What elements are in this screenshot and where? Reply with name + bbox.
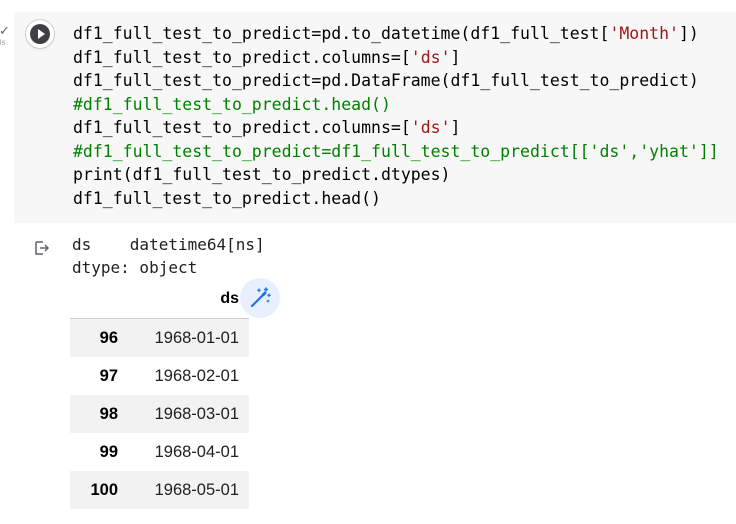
row-index: 100	[90, 480, 118, 499]
row-index: 98	[99, 404, 118, 423]
stdout-line: ds datetime64[ns]	[72, 235, 265, 254]
table-row: 96 1968-01-01	[70, 318, 249, 357]
row-index: 96	[99, 328, 118, 347]
checkmark-icon: ✓	[0, 24, 10, 39]
code-comment: #df1_full_test_to_predict.head()	[73, 94, 391, 114]
code-line: df1_full_test_to_predict.head()	[73, 187, 719, 211]
run-cell-button[interactable]	[26, 20, 54, 48]
table-header-row: ds	[70, 280, 249, 319]
code-token: ]	[450, 47, 461, 67]
row-index: 99	[99, 442, 118, 461]
cell-ds: 1968-01-01	[154, 328, 239, 347]
magic-wand-icon	[250, 287, 271, 308]
code-token: df1_full_test_to_predict.head()	[73, 188, 381, 208]
code-token: ])	[678, 24, 699, 43]
dataframe-table: ds 96 1968-01-01 97 1968-02-01 98 1968-0…	[70, 280, 249, 509]
code-line: print(df1_full_test_to_predict.dtypes)	[73, 163, 719, 187]
execution-time: 0s	[0, 38, 6, 47]
output-redirect-icon	[34, 240, 50, 256]
table-row: 100 1968-05-01	[70, 471, 249, 509]
code-string: 'ds'	[410, 47, 451, 67]
code-token: ]	[450, 118, 461, 137]
code-token: df1_full_test_to_predict=pd.DataFrame(df…	[73, 71, 699, 90]
code-token: df1_full_test_to_predict.columns=[	[73, 47, 411, 67]
code-line: #df1_full_test_to_predict=df1_full_test_…	[73, 140, 719, 164]
code-line: df1_full_test_to_predict=pd.to_datetime(…	[73, 22, 719, 46]
cell-ds: 1968-05-01	[154, 480, 239, 499]
code-line: df1_full_test_to_predict.columns=['ds']	[73, 116, 719, 140]
code-string: 'ds'	[410, 118, 451, 137]
code-line: #df1_full_test_to_predict.head()	[73, 93, 719, 117]
cell-ds: 1968-02-01	[154, 366, 239, 385]
index-header	[70, 280, 132, 319]
code-token: print(df1_full_test_to_predict.dtypes)	[73, 165, 451, 184]
table-row: 98 1968-03-01	[70, 395, 249, 433]
code-comment: #df1_full_test_to_predict=df1_full_test_…	[73, 141, 719, 161]
code-editor[interactable]: df1_full_test_to_predict=pd.to_datetime(…	[73, 22, 719, 210]
column-header-ds: ds	[132, 280, 249, 319]
code-line: df1_full_test_to_predict.columns=['ds']	[73, 46, 719, 70]
table-row: 99 1968-04-01	[70, 433, 249, 471]
cell-ds: 1968-03-01	[154, 404, 239, 423]
row-index: 97	[99, 366, 118, 385]
cell-ds: 1968-04-01	[154, 442, 239, 461]
play-icon	[30, 24, 50, 44]
code-string: 'Month'	[609, 24, 679, 43]
execution-status: ✓ 0s	[0, 24, 10, 52]
stdout-output: ds datetime64[ns] dtype: object	[72, 233, 265, 279]
stdout-line: dtype: object	[72, 258, 198, 277]
table-row: 97 1968-02-01	[70, 357, 249, 395]
code-token: df1_full_test_to_predict=pd.to_datetime(…	[73, 24, 610, 43]
suggest-charts-button[interactable]	[240, 278, 280, 318]
code-token: df1_full_test_to_predict.columns=[	[73, 118, 411, 137]
code-line: df1_full_test_to_predict=pd.DataFrame(df…	[73, 69, 719, 93]
